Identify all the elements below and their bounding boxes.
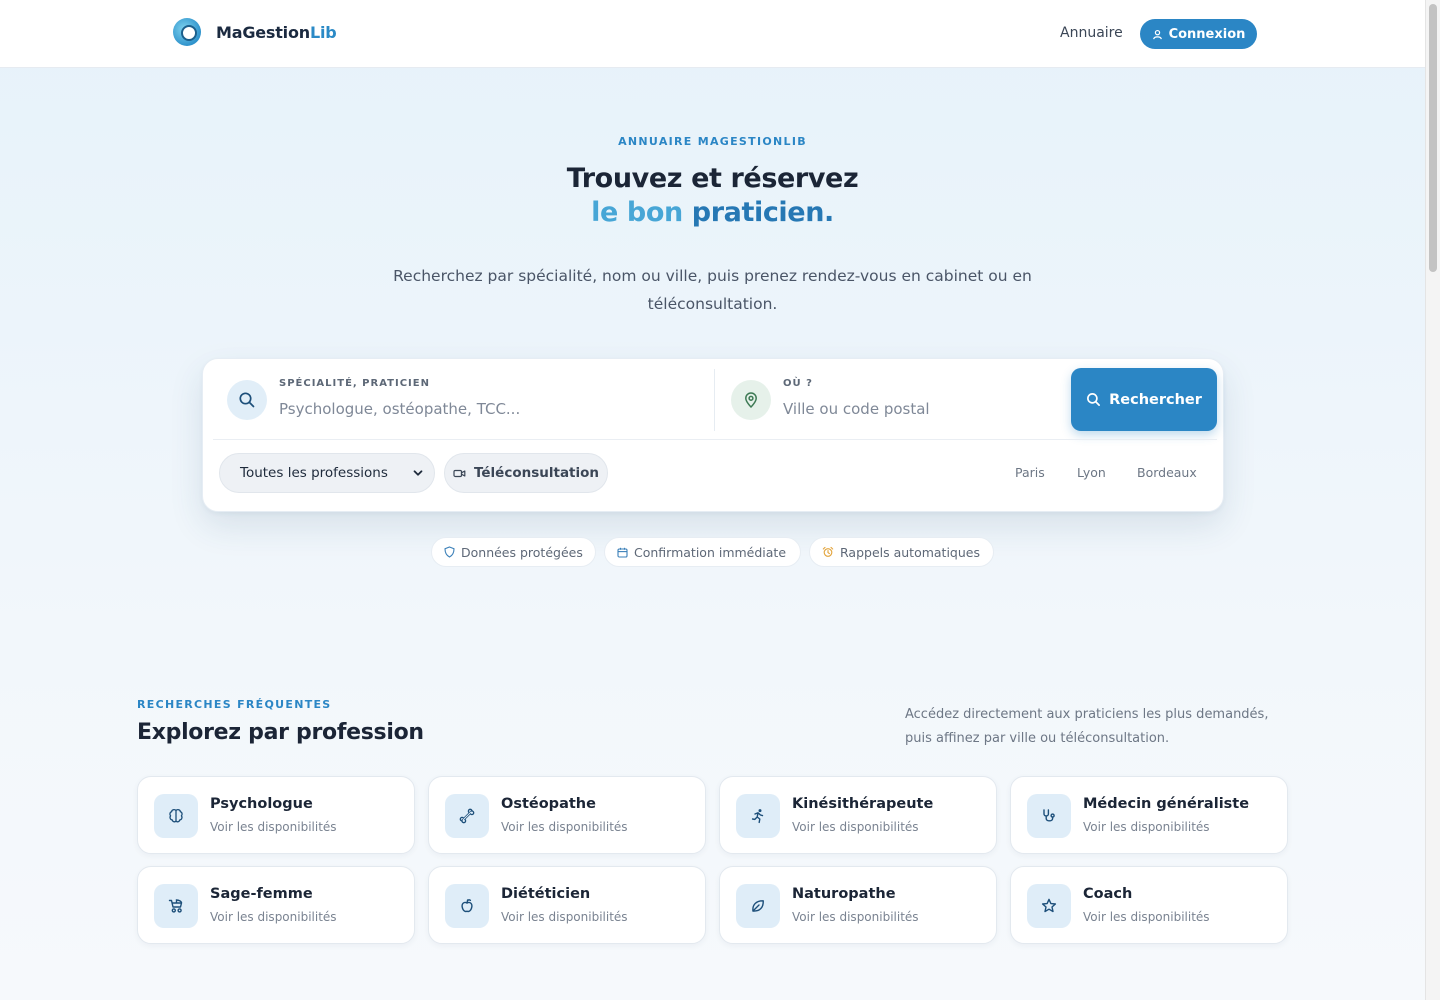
nav-link-annuaire[interactable]: Annuaire [1060,25,1123,41]
brain-icon [154,794,198,838]
hero-eyebrow: ANNUAIRE MAGESTIONLIB [618,135,807,148]
profession-availability: Voir les disponibilités [1083,910,1210,924]
profession-card-sage-femme[interactable]: Sage-femme Voir les disponibilités [137,866,415,944]
search-button-icon [1087,393,1101,406]
login-button-label: Connexion [1168,26,1246,42]
profession-select[interactable]: Toutes les professions [219,453,435,493]
hero-title: Trouvez et réservez le bon praticien. [0,162,1425,230]
profession-availability: Voir les disponibilités [1083,820,1210,834]
profession-name: Naturopathe [792,886,896,902]
video-camera-icon [453,469,466,477]
city-link-bordeaux[interactable]: Bordeaux [1137,465,1197,480]
specialty-input[interactable] [279,397,699,421]
profession-name: Kinésithérapeute [792,796,934,812]
alarm-icon [822,546,834,557]
leaf-icon [736,884,780,928]
hero-title-line2: le bon praticien. [591,197,834,228]
profession-card-medecin-generaliste[interactable]: Médecin généraliste Voir les disponibili… [1010,776,1288,854]
profession-card-kinesitherapeute[interactable]: Kinésithérapeute Voir les disponibilités [719,776,997,854]
profession-availability: Voir les disponibilités [210,910,337,924]
logo-icon [173,18,201,46]
city-link-paris[interactable]: Paris [1015,465,1045,480]
calendar-icon [617,547,628,558]
profession-card-coach[interactable]: Coach Voir les disponibilités [1010,866,1288,944]
trust-badge-reminders: Rappels automatiques [809,537,994,567]
trust-badge-data-protected: Données protégées [431,537,596,567]
profession-availability: Voir les disponibilités [210,820,337,834]
trust-badge-confirmation: Confirmation immédiate [604,537,801,567]
profession-name: Diététicien [501,886,591,902]
profession-card-osteopathe[interactable]: Ostéopathe Voir les disponibilités [428,776,706,854]
profession-name: Ostéopathe [501,796,596,812]
login-button[interactable]: Connexion [1140,19,1257,49]
teleconsultation-label: Téléconsultation [473,465,600,481]
scrollbar-thumb[interactable] [1429,4,1437,272]
chevron-down-icon [413,470,423,476]
search-button[interactable]: Rechercher [1071,368,1217,431]
search-card-divider [213,439,1217,440]
profession-availability: Voir les disponibilités [501,910,628,924]
page: MaGestionLib Annuaire Connexion ANNUAIRE… [0,0,1425,1000]
hero-title-line1: Trouvez et réservez [566,163,859,194]
logo[interactable]: MaGestionLib [173,18,337,46]
teleconsultation-toggle[interactable]: Téléconsultation [444,453,608,493]
logo-text: MaGestionLib [216,22,337,42]
field-divider [714,369,715,431]
star-icon [1027,884,1071,928]
profession-name: Sage-femme [210,886,313,902]
bone-icon [445,794,489,838]
stroller-icon [154,884,198,928]
profession-name: Psychologue [210,796,313,812]
apple-icon [445,884,489,928]
top-navbar: MaGestionLib Annuaire Connexion [0,0,1425,68]
profession-select-value: Toutes les professions [240,465,388,481]
shield-icon [444,546,455,558]
section-eyebrow: RECHERCHES FRÉQUENTES [137,698,332,711]
profession-availability: Voir les disponibilités [792,910,919,924]
profession-name: Médecin généraliste [1083,796,1250,812]
location-input[interactable] [783,397,1053,421]
search-card: SPÉCIALITÉ, PRATICIEN OÙ ? Rechercher To… [202,358,1224,512]
search-icon [227,380,267,420]
location-pin-icon [731,380,771,420]
profession-card-dieteticien[interactable]: Diététicien Voir les disponibilités [428,866,706,944]
vertical-scrollbar[interactable] [1425,0,1440,1000]
profession-card-naturopathe[interactable]: Naturopathe Voir les disponibilités [719,866,997,944]
running-person-icon [736,794,780,838]
section-title: Explorez par profession [137,720,424,745]
city-link-lyon[interactable]: Lyon [1077,465,1106,480]
profession-name: Coach [1083,886,1133,902]
location-label: OÙ ? [783,378,813,389]
specialty-label: SPÉCIALITÉ, PRATICIEN [279,378,430,389]
user-icon [1152,29,1162,39]
stethoscope-icon [1027,794,1071,838]
hero-subtitle: Recherchez par spécialité, nom ou ville,… [393,267,1032,313]
search-button-label: Rechercher [1109,391,1202,408]
section-description: Accédez directement aux praticiens les p… [905,707,1269,746]
profession-card-psychologue[interactable]: Psychologue Voir les disponibilités [137,776,415,854]
profession-availability: Voir les disponibilités [501,820,628,834]
profession-availability: Voir les disponibilités [792,820,919,834]
